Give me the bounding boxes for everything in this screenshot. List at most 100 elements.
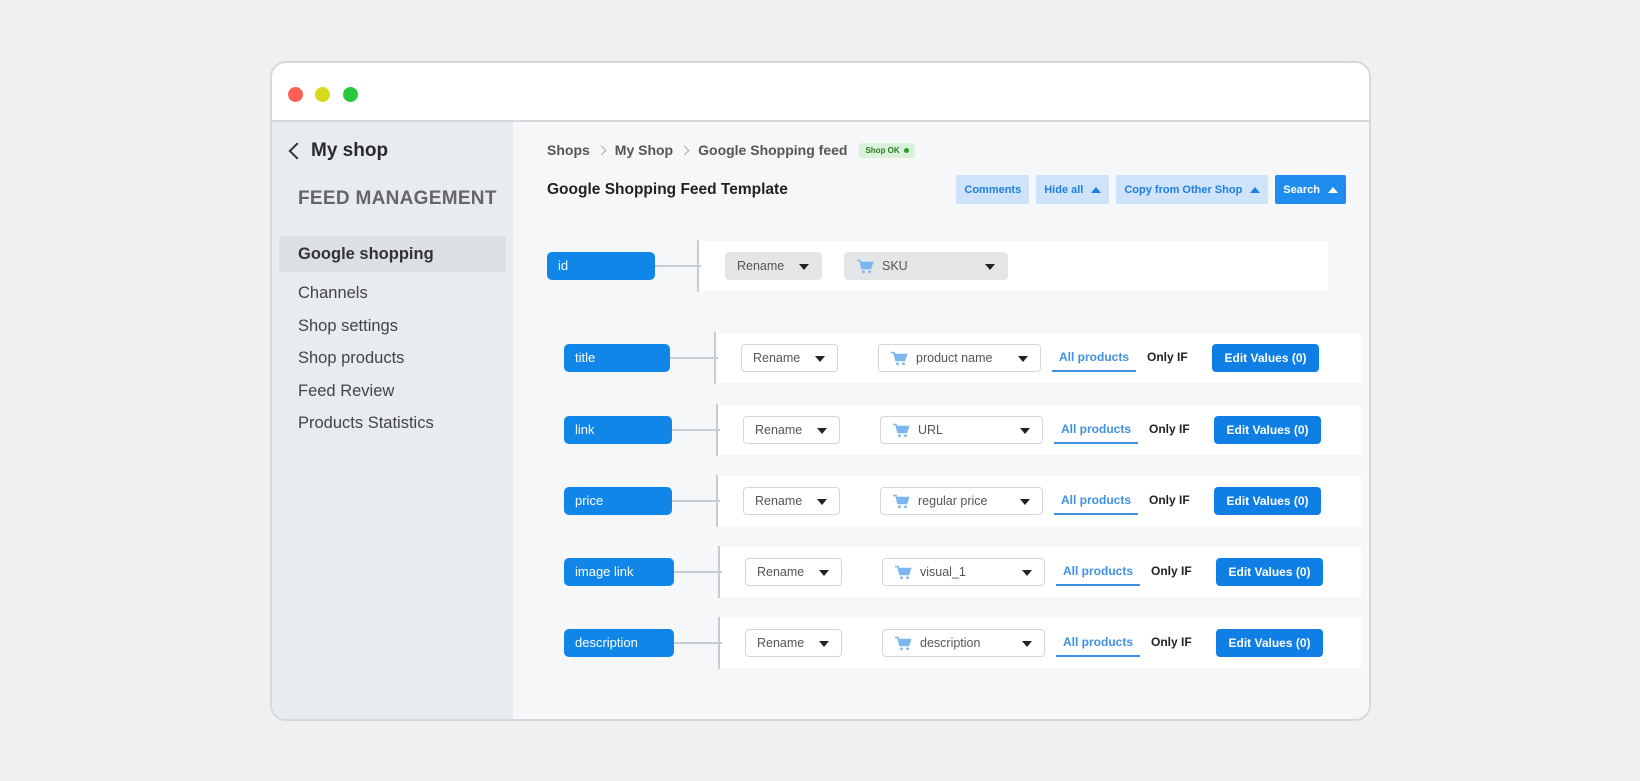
- field-tag[interactable]: description: [564, 629, 674, 657]
- source-dropdown-value: visual_1: [920, 565, 966, 579]
- caret-down-icon: [1020, 499, 1030, 505]
- mapping-row-description: description Rename description All produ…: [564, 617, 1361, 669]
- source-dropdown-value: description: [920, 636, 981, 650]
- sidebar: My shop FEED MANAGEMENT Google shopping …: [272, 122, 513, 719]
- rename-dropdown[interactable]: Rename: [745, 558, 842, 586]
- source-dropdown-value: regular price: [918, 494, 988, 508]
- status-badge: Shop OK: [859, 142, 915, 158]
- tab-all-products[interactable]: All products: [1054, 420, 1139, 444]
- mapping-row-link: link Rename URL All products Only IF Edi…: [564, 404, 1361, 456]
- tab-all-products[interactable]: All products: [1052, 348, 1137, 372]
- tab-only-if[interactable]: Only IF: [1151, 633, 1192, 652]
- tab-all-products[interactable]: All products: [1054, 491, 1139, 515]
- rename-dropdown-value: Rename: [753, 351, 801, 365]
- sidebar-item-google-shopping[interactable]: Google shopping: [279, 236, 506, 272]
- connector-vline: [697, 240, 699, 292]
- connector-line: [674, 642, 722, 644]
- field-tag[interactable]: price: [564, 487, 672, 515]
- comments-button[interactable]: Comments: [956, 175, 1030, 204]
- comments-button-label: Comments: [964, 183, 1022, 196]
- search-button[interactable]: Search: [1275, 175, 1346, 204]
- tab-all-products[interactable]: All products: [1056, 633, 1141, 657]
- mapping-row-price: price Rename regular price All products …: [564, 475, 1361, 527]
- cart-icon: [895, 636, 912, 650]
- connector-vline: [714, 332, 716, 384]
- source-dropdown-value: product name: [916, 351, 993, 365]
- rename-dropdown[interactable]: Rename: [725, 252, 822, 280]
- source-dropdown-value: SKU: [882, 259, 908, 273]
- close-window-button[interactable]: [288, 87, 303, 102]
- rename-dropdown[interactable]: Rename: [743, 416, 840, 444]
- caret-down-icon: [819, 570, 829, 576]
- sidebar-item-shop-products[interactable]: Shop products: [279, 341, 506, 375]
- field-tag-id[interactable]: id: [547, 252, 655, 280]
- caret-down-icon: [819, 641, 829, 647]
- caret-down-icon: [1020, 428, 1030, 434]
- cart-icon: [857, 259, 874, 273]
- tab-only-if[interactable]: Only IF: [1147, 348, 1188, 367]
- field-tag[interactable]: title: [564, 344, 670, 372]
- tab-only-if[interactable]: Only IF: [1149, 420, 1190, 439]
- caret-down-icon: [817, 428, 827, 434]
- edit-values-button[interactable]: Edit Values (0): [1216, 629, 1323, 657]
- rename-dropdown-value: Rename: [757, 565, 805, 579]
- tab-only-if[interactable]: Only IF: [1151, 562, 1192, 581]
- rename-dropdown[interactable]: Rename: [743, 487, 840, 515]
- copy-from-other-shop-button[interactable]: Copy from Other Shop: [1116, 175, 1269, 204]
- connector-line: [674, 571, 722, 573]
- status-badge-label: Shop OK: [865, 145, 900, 155]
- rename-dropdown[interactable]: Rename: [745, 629, 842, 657]
- sidebar-item-products-statistics[interactable]: Products Statistics: [279, 406, 506, 440]
- minimize-window-button[interactable]: [315, 87, 330, 102]
- breadcrumb-google-shopping-feed[interactable]: Google Shopping feed: [698, 142, 847, 158]
- sidebar-item-channels[interactable]: Channels: [279, 276, 506, 310]
- rename-dropdown[interactable]: Rename: [741, 344, 838, 372]
- hide-all-button[interactable]: Hide all: [1036, 175, 1110, 204]
- source-dropdown[interactable]: SKU: [844, 252, 1008, 280]
- connector-vline: [718, 617, 720, 669]
- rename-dropdown-value: Rename: [755, 494, 803, 508]
- rename-dropdown-value: Rename: [737, 259, 785, 273]
- source-dropdown[interactable]: visual_1: [882, 558, 1045, 586]
- connector-vline: [716, 475, 718, 527]
- edit-values-button[interactable]: Edit Values (0): [1214, 416, 1321, 444]
- connector-line: [670, 357, 718, 359]
- field-tag[interactable]: image link: [564, 558, 674, 586]
- back-link-label: My shop: [311, 140, 389, 161]
- source-dropdown-value: URL: [918, 423, 944, 437]
- cart-icon: [893, 494, 910, 508]
- chevron-right-icon: [679, 145, 690, 155]
- source-dropdown[interactable]: product name: [878, 344, 1041, 372]
- title-bar: [272, 63, 1369, 122]
- search-button-label: Search: [1283, 183, 1320, 196]
- source-dropdown[interactable]: regular price: [880, 487, 1043, 515]
- toolbar: Comments Hide all Copy from Other Shop S…: [956, 175, 1346, 204]
- tab-only-if[interactable]: Only IF: [1149, 491, 1190, 510]
- sidebar-item-shop-settings[interactable]: Shop settings: [279, 309, 506, 343]
- source-dropdown[interactable]: description: [882, 629, 1045, 657]
- connector-vline: [716, 404, 718, 456]
- field-tag[interactable]: link: [564, 416, 672, 444]
- mapping-row-title: title Rename product name All products O…: [564, 332, 1361, 384]
- caret-down-icon: [799, 264, 809, 270]
- source-dropdown[interactable]: URL: [880, 416, 1043, 444]
- edit-values-button[interactable]: Edit Values (0): [1212, 344, 1319, 372]
- caret-down-icon: [815, 356, 825, 362]
- caret-down-icon: [1022, 641, 1032, 647]
- tab-all-products[interactable]: All products: [1056, 562, 1141, 586]
- breadcrumb-shops[interactable]: Shops: [547, 142, 590, 158]
- sidebar-nav: Google shopping Channels Shop settings S…: [279, 236, 506, 439]
- chevron-right-icon: [596, 145, 607, 155]
- caret-up-icon: [1091, 186, 1102, 193]
- id-mapping-row: id Rename SKU: [547, 240, 1328, 292]
- breadcrumb-my-shop[interactable]: My Shop: [615, 142, 673, 158]
- maximize-window-button[interactable]: [343, 87, 358, 102]
- cart-icon: [891, 351, 908, 365]
- sidebar-item-feed-review[interactable]: Feed Review: [279, 374, 506, 408]
- edit-values-button[interactable]: Edit Values (0): [1214, 487, 1321, 515]
- caret-down-icon: [985, 264, 995, 270]
- page-title: Google Shopping Feed Template: [547, 181, 788, 198]
- back-link[interactable]: My shop: [287, 140, 388, 162]
- edit-values-button[interactable]: Edit Values (0): [1216, 558, 1323, 586]
- section-heading: FEED MANAGEMENT: [298, 188, 497, 209]
